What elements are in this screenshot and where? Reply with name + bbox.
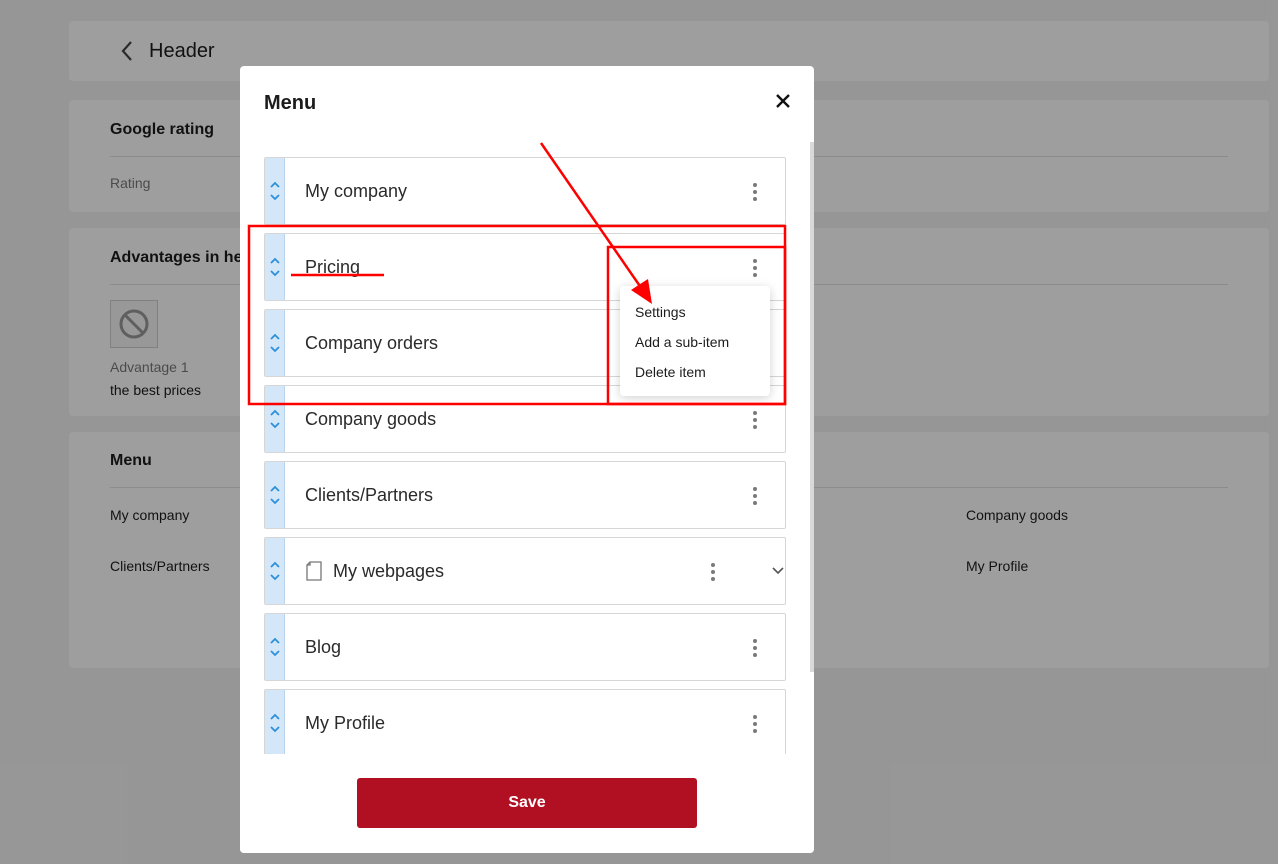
more-vertical-icon[interactable] xyxy=(751,256,759,280)
save-button[interactable]: Save xyxy=(357,778,697,828)
more-vertical-icon[interactable] xyxy=(751,408,759,432)
drag-handle-icon[interactable] xyxy=(265,462,285,528)
menu-item-label: Blog xyxy=(305,637,342,657)
menu-item-label: Clients/Partners xyxy=(305,485,434,505)
context-menu-settings[interactable]: Settings xyxy=(635,304,686,320)
context-menu-delete-item[interactable]: Delete item xyxy=(635,364,706,380)
menu-items-list: Menu My company Pricing Company orders C… xyxy=(240,66,814,754)
scrollbar[interactable] xyxy=(810,142,814,672)
chevron-down-icon[interactable] xyxy=(771,564,785,578)
drag-handle-icon[interactable] xyxy=(265,538,285,604)
modal-title: Menu xyxy=(264,92,317,114)
menu-item[interactable]: My Profile xyxy=(264,689,786,754)
more-vertical-icon[interactable] xyxy=(751,180,759,204)
more-vertical-icon[interactable] xyxy=(751,484,759,508)
context-menu: Settings Add a sub-item Delete item xyxy=(620,286,770,396)
menu-item[interactable]: Blog xyxy=(264,613,786,681)
menu-item-label: My company xyxy=(305,181,408,201)
drag-handle-icon[interactable] xyxy=(265,690,285,754)
menu-item-label: Pricing xyxy=(305,257,361,277)
drag-handle-icon[interactable] xyxy=(265,158,285,224)
more-vertical-icon[interactable] xyxy=(751,636,759,660)
menu-item-label: My webpages xyxy=(333,561,445,581)
drag-handle-icon[interactable] xyxy=(265,614,285,680)
drag-handle-icon[interactable] xyxy=(265,386,285,452)
context-menu-add-sub-item[interactable]: Add a sub-item xyxy=(635,334,729,350)
modal-footer: Save xyxy=(240,754,814,853)
menu-item[interactable]: Clients/Partners xyxy=(264,461,786,529)
drag-handle-icon[interactable] xyxy=(265,310,285,376)
menu-item[interactable]: My webpages xyxy=(264,537,786,605)
close-icon[interactable] xyxy=(774,92,792,110)
menu-item-label: Company orders xyxy=(305,333,439,353)
more-vertical-icon[interactable] xyxy=(709,560,717,584)
drag-handle-icon[interactable] xyxy=(265,234,285,300)
menu-item-label: My Profile xyxy=(305,713,386,733)
more-vertical-icon[interactable] xyxy=(751,712,759,736)
menu-item-label: Company goods xyxy=(305,409,437,429)
menu-modal: Menu My company Pricing Company orders C… xyxy=(240,66,814,853)
page-icon xyxy=(306,561,322,581)
menu-item[interactable]: My company xyxy=(264,157,786,225)
